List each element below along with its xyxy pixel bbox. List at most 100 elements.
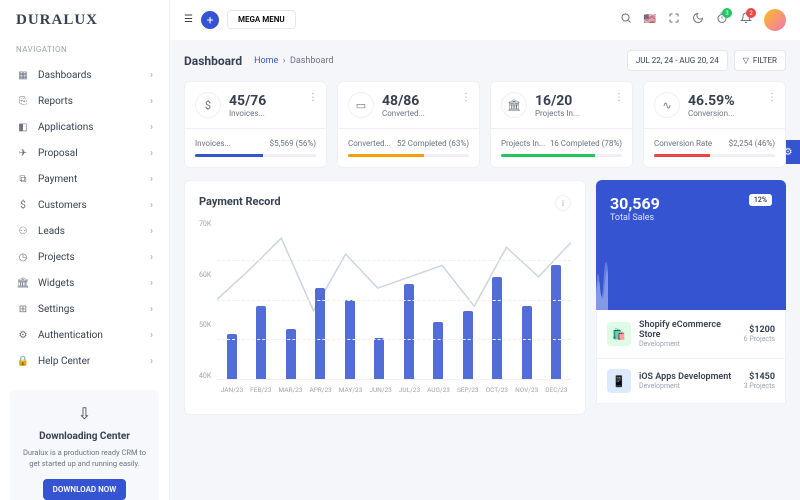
nav-section-title: NAVIGATION xyxy=(0,45,169,62)
more-icon[interactable]: ⋮ xyxy=(767,92,777,103)
nav-icon: 🔒 xyxy=(16,354,30,368)
sidebar-item-settings[interactable]: ⊞Settings› xyxy=(0,296,169,322)
nav-icon: ⊞ xyxy=(16,302,30,316)
chevron-right-icon: › xyxy=(150,330,153,341)
nav-icon: ⚇ xyxy=(16,224,30,238)
stat-icon: $ xyxy=(195,92,221,118)
menu-toggle-icon[interactable]: ☰ xyxy=(184,14,193,25)
project-icon: 📱 xyxy=(607,369,631,393)
chevron-right-icon: › xyxy=(150,200,153,211)
total-sales-card: 12% 30,569 Total Sales 🛍️Shopify eCommer… xyxy=(596,180,786,415)
add-button[interactable]: + xyxy=(201,11,219,29)
bar xyxy=(374,338,384,379)
sales-amount: 30,569 xyxy=(610,194,772,213)
sidebar-item-leads[interactable]: ⚇Leads› xyxy=(0,218,169,244)
more-icon[interactable]: ⋮ xyxy=(461,92,471,103)
bar xyxy=(227,334,237,379)
bar xyxy=(256,306,266,379)
stat-card-3: ⋮∿46.59%Conversion...Conversion Rate$2,2… xyxy=(643,81,786,168)
bar xyxy=(463,311,473,379)
breadcrumb: Home › Dashboard xyxy=(254,56,333,66)
bar xyxy=(286,329,296,379)
topbar: ☰ + MEGA MENU 🇺🇸 3 2 xyxy=(170,0,800,40)
bell-icon[interactable]: 2 xyxy=(740,12,752,27)
nav-icon: ▦ xyxy=(16,68,30,82)
more-icon[interactable]: ⋮ xyxy=(308,92,318,103)
stat-card-1: ⋮▭48/86Converted...Converted...52 Comple… xyxy=(337,81,480,168)
sidebar-item-reports[interactable]: ⎘Reports› xyxy=(0,88,169,114)
chevron-right-icon: › xyxy=(150,226,153,237)
date-range-button[interactable]: JUL 22, 24 - AUG 20, 24 xyxy=(627,50,728,71)
sidebar-item-authentication[interactable]: ⚙Authentication› xyxy=(0,322,169,348)
chevron-right-icon: › xyxy=(150,148,153,159)
stat-card-2: ⋮🏛16/20Projects In...Projects In...16 Co… xyxy=(490,81,633,168)
download-title: Downloading Center xyxy=(20,431,149,442)
fullscreen-icon[interactable] xyxy=(668,12,680,27)
chart-title: Payment Record xyxy=(199,195,571,208)
download-icon: ⇩ xyxy=(20,404,149,423)
project-row-1[interactable]: 📱iOS Apps DevelopmentDevelopment$14503 P… xyxy=(596,359,786,404)
chevron-right-icon: › xyxy=(150,96,153,107)
stat-label: Projects In... xyxy=(535,109,579,118)
search-icon[interactable] xyxy=(620,12,632,27)
theme-icon[interactable] xyxy=(692,12,704,27)
info-icon[interactable]: i xyxy=(555,195,571,211)
nav-icon: $ xyxy=(16,198,30,212)
bar xyxy=(492,277,502,379)
stat-label: Invoices... xyxy=(229,109,266,118)
bar xyxy=(522,306,532,379)
stat-value: 45/76 xyxy=(229,93,266,109)
stat-value: 48/86 xyxy=(382,93,425,109)
bar xyxy=(315,288,325,379)
sales-pct-badge: 12% xyxy=(749,194,772,206)
download-button[interactable]: DOWNLOAD NOW xyxy=(43,479,127,500)
timer-icon[interactable]: 3 xyxy=(716,12,728,27)
chevron-right-icon: › xyxy=(150,252,153,263)
nav-icon: ⎘ xyxy=(16,94,30,108)
nav-icon: ◷ xyxy=(16,250,30,264)
stat-card-0: ⋮$45/76Invoices...Invoices...$5,569 (56%… xyxy=(184,81,327,168)
sidebar-item-proposal[interactable]: ✈Proposal› xyxy=(0,140,169,166)
sidebar-item-applications[interactable]: ◧Applications› xyxy=(0,114,169,140)
sidebar-item-widgets[interactable]: 🏛Widgets› xyxy=(0,270,169,296)
nav-icon: ◧ xyxy=(16,120,30,134)
stat-icon: ▭ xyxy=(348,92,374,118)
download-center: ⇩ Downloading Center Duralux is a produc… xyxy=(10,390,159,500)
chevron-right-icon: › xyxy=(150,122,153,133)
flag-icon[interactable]: 🇺🇸 xyxy=(644,14,656,25)
nav-icon: ⧉ xyxy=(16,172,30,186)
stat-value: 16/20 xyxy=(535,93,579,109)
bar xyxy=(433,322,443,379)
chevron-right-icon: › xyxy=(150,70,153,81)
chevron-right-icon: › xyxy=(150,304,153,315)
project-row-0[interactable]: 🛍️Shopify eCommerce StoreDevelopment$120… xyxy=(596,310,786,359)
sidebar-item-dashboards[interactable]: ▦Dashboards› xyxy=(0,62,169,88)
sidebar-item-payment[interactable]: ⧉Payment› xyxy=(0,166,169,192)
chevron-right-icon: › xyxy=(150,278,153,289)
mega-menu-button[interactable]: MEGA MENU xyxy=(227,10,296,29)
filter-button[interactable]: ▽ FILTER xyxy=(734,50,786,71)
page-title: Dashboard xyxy=(184,54,242,68)
bar xyxy=(404,284,414,379)
chevron-right-icon: › xyxy=(150,356,153,367)
sidebar-item-customers[interactable]: $Customers› xyxy=(0,192,169,218)
user-avatar[interactable] xyxy=(764,9,786,31)
nav-icon: ✈ xyxy=(16,146,30,160)
stat-label: Conversion... xyxy=(688,109,735,118)
sidebar-item-projects[interactable]: ◷Projects› xyxy=(0,244,169,270)
sidebar-item-help-center[interactable]: 🔒Help Center› xyxy=(0,348,169,374)
stat-icon: 🏛 xyxy=(501,92,527,118)
more-icon[interactable]: ⋮ xyxy=(614,92,624,103)
brand-logo: DURALUX xyxy=(0,12,169,45)
nav-icon: ⚙ xyxy=(16,328,30,342)
sales-label: Total Sales xyxy=(610,213,772,223)
bar xyxy=(551,265,561,379)
stat-icon: ∿ xyxy=(654,92,680,118)
nav-icon: 🏛 xyxy=(16,276,30,290)
stat-value: 46.59% xyxy=(688,93,735,109)
project-icon: 🛍️ xyxy=(607,322,631,346)
payment-record-card: i Payment Record 70K60K50K40K JAN/23FEB/… xyxy=(184,180,586,415)
stat-label: Converted... xyxy=(382,109,425,118)
chevron-right-icon: › xyxy=(150,174,153,185)
download-desc: Duralux is a production ready CRM to get… xyxy=(20,448,149,469)
